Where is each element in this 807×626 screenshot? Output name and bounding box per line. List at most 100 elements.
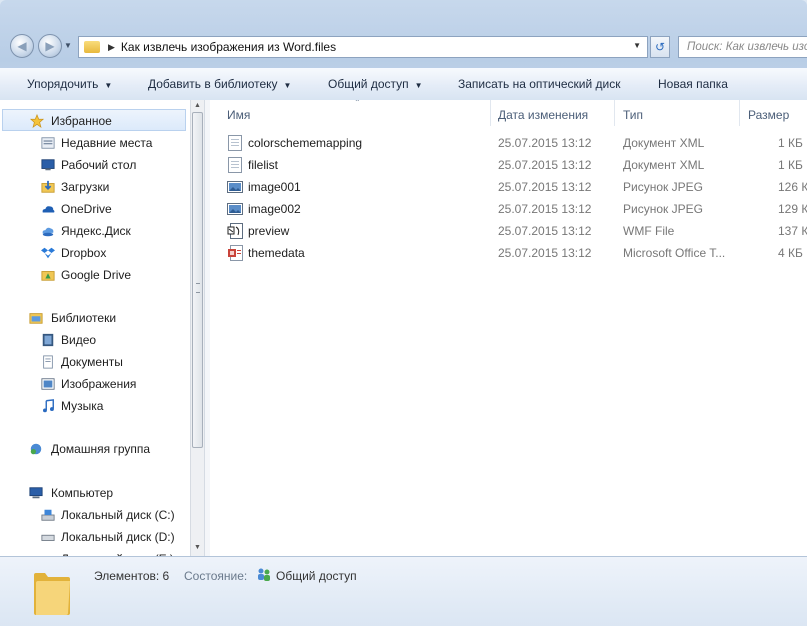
new-folder-button[interactable]: Новая папка [658, 77, 728, 91]
star-icon [29, 114, 45, 128]
file-row[interactable]: image001 25.07.2015 13:12 Рисунок JPEG 1… [210, 176, 807, 198]
nav-label: Dropbox [61, 246, 107, 260]
computer-icon [29, 487, 43, 499]
navigation-scrollbar[interactable]: ▲ ▼ [190, 100, 204, 556]
back-button[interactable]: ◀ [10, 34, 34, 58]
file-row[interactable]: image002 25.07.2015 13:12 Рисунок JPEG 1… [210, 198, 807, 220]
nav-label: Избранное [51, 114, 112, 128]
share-label: Общий доступ [328, 77, 409, 91]
folder-icon [84, 41, 100, 53]
add-to-library-label: Добавить в библиотеку [148, 77, 278, 91]
file-type: Рисунок JPEG [623, 180, 703, 194]
scroll-up-icon[interactable]: ▲ [194, 102, 201, 109]
recent-places-icon [41, 137, 55, 149]
file-type: Документ XML [623, 136, 705, 150]
scrollbar-thumb[interactable] [192, 112, 203, 448]
libraries-icon [29, 313, 43, 324]
organize-button[interactable]: Упорядочить ▼ [27, 77, 112, 91]
file-size: 137 КБ [778, 224, 807, 238]
file-row[interactable]: themedata 25.07.2015 13:12 Microsoft Off… [210, 242, 807, 264]
music-library-icon [43, 399, 54, 413]
onedrive-icon [42, 206, 55, 213]
address-bar[interactable]: ▶ Как извлечь изображения из Word.files … [78, 36, 648, 58]
dropbox-icon [41, 247, 55, 259]
organize-label: Упорядочить [27, 77, 99, 91]
scroll-down-icon[interactable]: ▼ [194, 544, 201, 551]
file-date: 25.07.2015 13:12 [498, 202, 592, 216]
column-header-type[interactable]: Тип [623, 104, 643, 126]
file-name: image002 [248, 202, 301, 216]
file-date: 25.07.2015 13:12 [498, 246, 592, 260]
nav-label: Рабочий стол [61, 158, 137, 172]
office-theme-file-icon [228, 245, 243, 261]
sort-caret-icon: ⌃ [354, 100, 361, 107]
address-dropdown-icon[interactable]: ▼ [633, 41, 641, 50]
file-date: 25.07.2015 13:12 [498, 136, 592, 150]
grip-icon [196, 283, 200, 293]
google-drive-icon [41, 271, 55, 281]
file-size: 1 КБ [778, 158, 803, 172]
file-size: 4 КБ [778, 246, 803, 260]
explorer-window: ◀ ▶ ▼ ▶ Как извлечь изображения из Word.… [0, 0, 807, 626]
breadcrumb-arrow-icon[interactable]: ▶ [108, 42, 115, 53]
nav-label: Библиотеки [51, 311, 117, 325]
column-header-date[interactable]: Дата изменения [498, 104, 588, 126]
folder-icon [34, 573, 70, 615]
burn-button[interactable]: Записать на оптический диск [458, 77, 621, 91]
chevron-down-icon: ▼ [104, 81, 113, 90]
file-name: colorschememapping [248, 136, 363, 150]
file-row[interactable]: colorschememapping 25.07.2015 13:12 Доку… [210, 132, 807, 154]
refresh-button[interactable]: ↺ [650, 36, 670, 58]
refresh-icon: ↺ [654, 40, 666, 54]
column-divider[interactable] [614, 100, 615, 126]
item-count: Элементов: 6 [94, 569, 170, 583]
file-row[interactable]: preview 25.07.2015 13:12 WMF File 137 КБ [210, 220, 807, 242]
wmf-file-icon [227, 223, 243, 239]
file-list-pane: ⌃ Имя Дата изменения Тип Размер colorsch… [210, 100, 807, 556]
column-header-size[interactable]: Размер [748, 104, 789, 126]
nav-label: Недавние места [61, 136, 153, 150]
nav-label: Локальный диск (E:) [61, 548, 174, 556]
state-label: Состояние: [184, 569, 248, 583]
breadcrumb-current[interactable]: Как извлечь изображения из Word.files [121, 40, 336, 54]
file-size: 126 КБ [778, 180, 807, 194]
forward-arrow-icon: ▶ [45, 39, 55, 53]
column-divider[interactable] [739, 100, 740, 126]
nav-label: Локальный диск (C:) [61, 508, 175, 522]
file-date: 25.07.2015 13:12 [498, 158, 592, 172]
yandex-disk-icon [42, 227, 54, 237]
video-library-icon [42, 333, 54, 347]
forward-button[interactable]: ▶ [38, 34, 62, 58]
desktop-icon [41, 159, 55, 171]
system-drive-icon [41, 509, 55, 521]
file-row[interactable]: filelist 25.07.2015 13:12 Документ XML 1… [210, 154, 807, 176]
nav-label: Изображения [61, 377, 137, 391]
history-dropdown-icon[interactable]: ▼ [64, 41, 72, 50]
add-to-library-button[interactable]: Добавить в библиотеку ▼ [148, 77, 291, 91]
column-header-name[interactable]: Имя [227, 104, 250, 126]
nav-label: Документы [61, 355, 123, 369]
file-name: image001 [248, 180, 301, 194]
nav-label: Google Drive [61, 268, 132, 282]
file-type: Рисунок JPEG [623, 202, 703, 216]
file-date: 25.07.2015 13:12 [498, 180, 592, 194]
nav-label: Яндекс.Диск [61, 224, 131, 238]
file-type: Microsoft Office T... [623, 246, 726, 260]
share-button[interactable]: Общий доступ ▼ [328, 77, 423, 91]
jpeg-file-icon [227, 181, 243, 193]
chevron-down-icon: ▼ [283, 81, 292, 90]
file-type: WMF File [623, 224, 675, 238]
drive-icon [41, 534, 55, 541]
nav-label: OneDrive [61, 202, 112, 216]
search-input[interactable]: Поиск: Как извлечь изображения из Word.f… [678, 36, 807, 58]
column-divider[interactable] [490, 100, 491, 126]
nav-favorites[interactable]: Избранное [2, 109, 186, 131]
file-type: Документ XML [623, 158, 705, 172]
file-size: 129 КБ [778, 202, 807, 216]
homegroup-icon [30, 443, 42, 455]
state-value: Общий доступ [276, 569, 357, 583]
file-name: themedata [248, 246, 305, 260]
nav-label: Компьютер [51, 486, 114, 500]
nav-label: Домашняя группа [51, 442, 151, 456]
chevron-down-icon: ▼ [414, 81, 423, 90]
